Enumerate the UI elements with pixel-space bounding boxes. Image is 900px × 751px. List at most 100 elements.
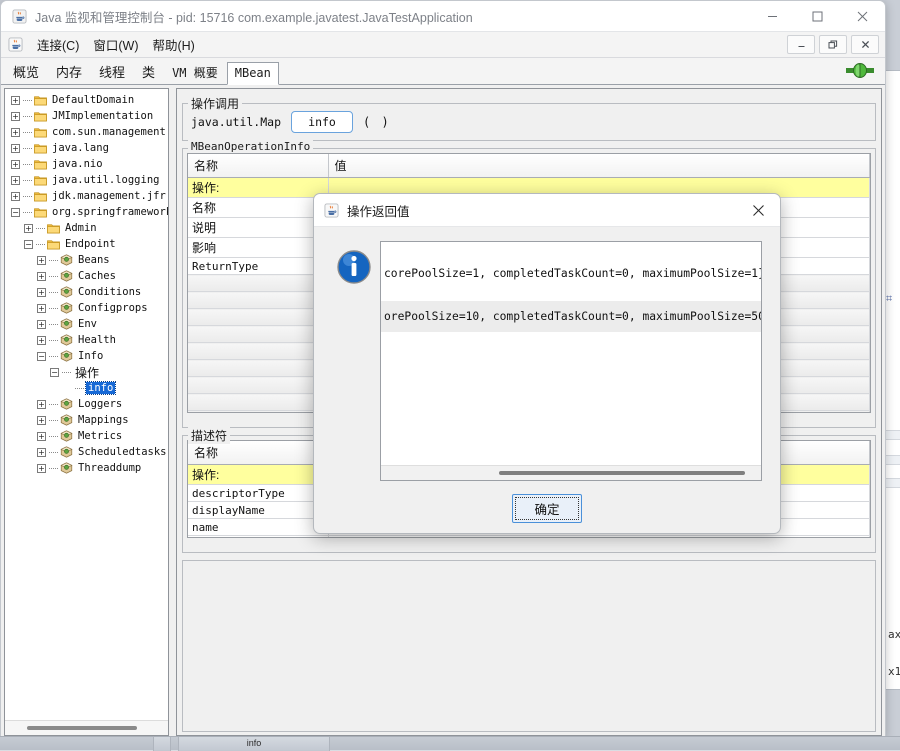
window-minimize-button[interactable] xyxy=(750,1,795,32)
tree-expand-icon[interactable]: + xyxy=(37,416,46,425)
cell-name[interactable]: 影响 xyxy=(188,238,328,258)
tree-node-health[interactable]: +Health xyxy=(5,332,168,348)
tree-node-scheduledtasks[interactable]: +Scheduledtasks xyxy=(5,444,168,460)
tab-memory[interactable]: 内存 xyxy=(48,58,90,85)
tree-node-endpoint[interactable]: −Endpoint xyxy=(5,236,168,252)
cell-name[interactable]: 名称 xyxy=(188,198,328,218)
tree-collapse-icon[interactable]: − xyxy=(11,208,20,217)
mbean-tree[interactable]: +DefaultDomain+JMImplementation+com.sun.… xyxy=(5,89,168,720)
window-close-button[interactable] xyxy=(840,1,885,32)
list-item[interactable]: orePoolSize=10, completedTaskCount=0, ma… xyxy=(381,301,761,332)
taskbar-item[interactable]: info xyxy=(178,737,330,751)
tree-node-beans[interactable]: +Beans xyxy=(5,252,168,268)
return-value-list[interactable]: corePoolSize=1, completedTaskCount=0, ma… xyxy=(380,241,762,481)
tree-node-org-springframework[interactable]: −org.springframework. xyxy=(5,204,168,220)
cell-name[interactable]: 操作: xyxy=(188,178,328,198)
column-header-name[interactable]: 名称 xyxy=(188,441,328,465)
cell-name[interactable]: 操作: xyxy=(188,465,328,485)
tab-threads[interactable]: 线程 xyxy=(91,58,133,85)
tab-vm-summary[interactable]: VM 概要 xyxy=(164,60,226,85)
tree-expand-icon[interactable]: + xyxy=(37,448,46,457)
window-maximize-button[interactable] xyxy=(795,1,840,32)
tree-expand-icon[interactable]: + xyxy=(11,96,20,105)
mdi-restore-button[interactable] xyxy=(819,35,847,54)
tree-node-jdk-management-jfr[interactable]: +jdk.management.jfr xyxy=(5,188,168,204)
tree-expand-icon[interactable]: + xyxy=(37,464,46,473)
tree-node-info[interactable]: info xyxy=(5,380,168,396)
tree-expand-icon[interactable]: + xyxy=(37,304,46,313)
tree-node-caches[interactable]: +Caches xyxy=(5,268,168,284)
tree-node-mappings[interactable]: +Mappings xyxy=(5,412,168,428)
ok-button[interactable]: 确定 xyxy=(512,494,582,523)
cell-name[interactable]: displayName xyxy=(188,502,328,519)
cell-name[interactable]: 说明 xyxy=(188,218,328,238)
background-text-fragment: ax xyxy=(888,628,900,641)
cell-empty xyxy=(188,377,328,394)
menu-item-window[interactable]: 窗口(W) xyxy=(86,33,145,56)
scrollbar-thumb[interactable] xyxy=(27,726,137,730)
tree-expand-icon[interactable]: + xyxy=(11,144,20,153)
mbean-icon xyxy=(60,462,73,474)
tree-expand-icon[interactable]: + xyxy=(11,160,20,169)
tree-expand-icon[interactable]: + xyxy=(11,192,20,201)
scrollbar-thumb[interactable] xyxy=(499,471,745,475)
tree-connector xyxy=(36,244,45,245)
cell-name[interactable]: ReturnType xyxy=(188,258,328,275)
tree-expand-icon[interactable]: + xyxy=(37,288,46,297)
cell-value[interactable]: operation xyxy=(328,536,870,539)
tree-node-admin[interactable]: +Admin xyxy=(5,220,168,236)
tree-node-label: Configprops xyxy=(76,302,150,314)
dialog-horizontal-scrollbar[interactable] xyxy=(381,465,761,480)
tree-node-defaultdomain[interactable]: +DefaultDomain xyxy=(5,92,168,108)
tree-node-java-nio[interactable]: +java.nio xyxy=(5,156,168,172)
tab-overview[interactable]: 概览 xyxy=(5,58,47,85)
panel-splitter[interactable] xyxy=(169,88,176,736)
tree-expand-icon[interactable]: + xyxy=(37,400,46,409)
tree-collapse-icon[interactable]: − xyxy=(24,240,33,249)
tree-node-conditions[interactable]: +Conditions xyxy=(5,284,168,300)
tree-node-threaddump[interactable]: +Threaddump xyxy=(5,460,168,476)
tab-classes[interactable]: 类 xyxy=(134,58,163,85)
column-header-name[interactable]: 名称 xyxy=(188,154,328,178)
mbean-tree-panel[interactable]: +DefaultDomain+JMImplementation+com.sun.… xyxy=(4,88,169,736)
mbean-icon xyxy=(60,334,73,346)
list-item[interactable]: corePoolSize=1, completedTaskCount=0, ma… xyxy=(381,258,761,289)
tree-node-info[interactable]: −Info xyxy=(5,348,168,364)
tab-mbean[interactable]: MBean xyxy=(227,62,279,85)
tree-node-jmimplementation[interactable]: +JMImplementation xyxy=(5,108,168,124)
taskbar-item[interactable] xyxy=(153,737,171,751)
tree-node-env[interactable]: +Env xyxy=(5,316,168,332)
cell-name[interactable]: name xyxy=(188,519,328,536)
tree-expand-icon[interactable]: + xyxy=(11,176,20,185)
tree-node-configprops[interactable]: + Configprops xyxy=(5,300,168,316)
tree-expand-icon[interactable]: + xyxy=(11,112,20,121)
tree-expand-icon[interactable]: + xyxy=(37,320,46,329)
tree-node-loggers[interactable]: +Loggers xyxy=(5,396,168,412)
cell-name[interactable]: role xyxy=(188,536,328,539)
mdi-minimize-button[interactable] xyxy=(787,35,815,54)
tree-node-[interactable]: −操作 xyxy=(5,364,168,380)
tree-expand-icon[interactable]: + xyxy=(11,128,20,137)
tree-expand-icon[interactable]: + xyxy=(24,224,33,233)
tree-collapse-icon[interactable]: − xyxy=(50,368,59,377)
tree-node-com-sun-management[interactable]: +com.sun.management xyxy=(5,124,168,140)
tree-expand-icon[interactable]: + xyxy=(37,272,46,281)
tree-collapse-icon[interactable]: − xyxy=(37,352,46,361)
invoke-info-button[interactable]: info xyxy=(291,111,353,133)
tree-expand-icon[interactable]: + xyxy=(37,256,46,265)
table-row[interactable]: roleoperation xyxy=(188,536,870,539)
dialog-close-icon[interactable] xyxy=(736,194,780,227)
mbean-icon xyxy=(60,414,73,426)
tree-expand-icon[interactable]: + xyxy=(37,336,46,345)
tree-horizontal-scrollbar[interactable] xyxy=(5,720,168,735)
column-header-value[interactable]: 值 xyxy=(328,154,870,178)
tree-node-metrics[interactable]: +Metrics xyxy=(5,428,168,444)
cell-empty xyxy=(188,309,328,326)
menu-item-help[interactable]: 帮助(H) xyxy=(145,33,201,56)
tree-node-java-util-logging[interactable]: +java.util.logging xyxy=(5,172,168,188)
tree-expand-icon[interactable]: + xyxy=(37,432,46,441)
mdi-close-button[interactable] xyxy=(851,35,879,54)
tree-node-java-lang[interactable]: +java.lang xyxy=(5,140,168,156)
menu-item-connect[interactable]: 连接(C) xyxy=(30,33,86,56)
cell-name[interactable]: descriptorType xyxy=(188,485,328,502)
